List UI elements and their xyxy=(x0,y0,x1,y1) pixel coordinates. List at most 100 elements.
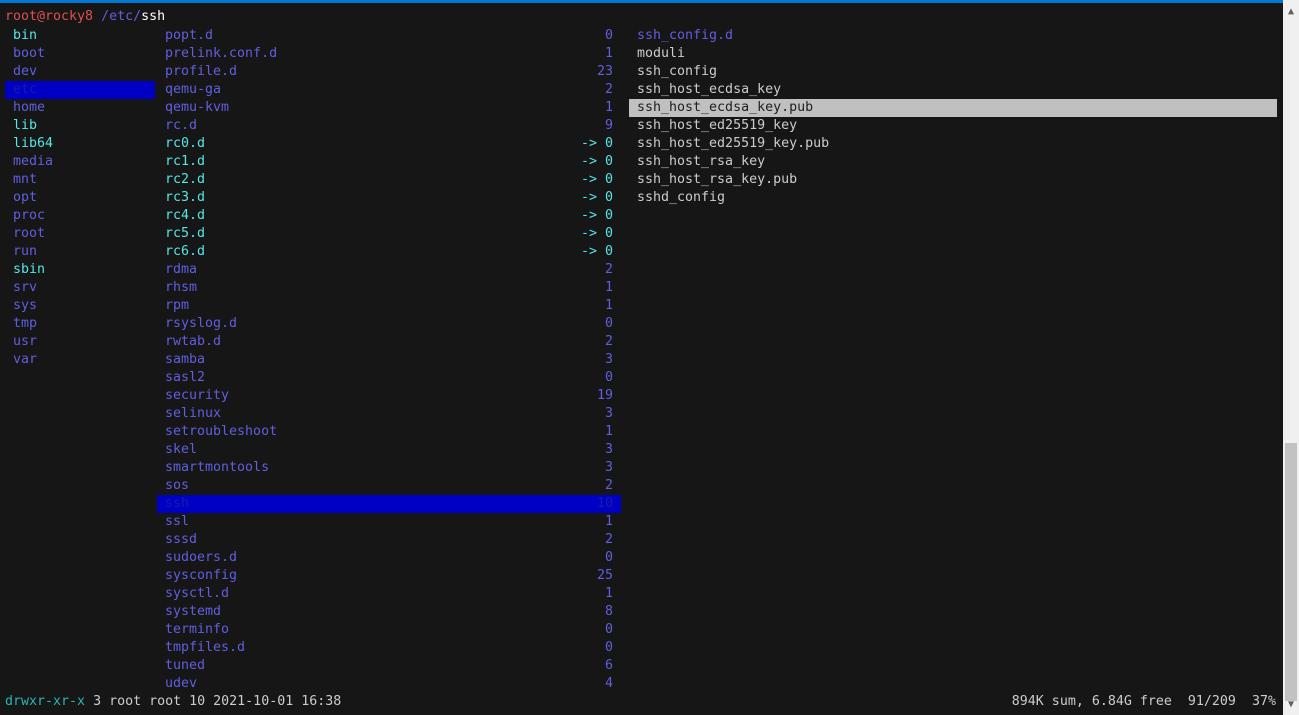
scroll-down-icon[interactable]: ▼ xyxy=(1283,697,1299,713)
entry-size: -> 0 xyxy=(580,208,613,223)
file-entry[interactable]: sssd 2 xyxy=(157,531,621,549)
file-entry[interactable]: sysctl.d 1 xyxy=(157,585,621,603)
file-entry[interactable]: rc5.d -> 0 xyxy=(157,225,621,243)
file-entry[interactable]: boot xyxy=(5,45,155,63)
file-entry[interactable]: smartmontools 3 xyxy=(157,459,621,477)
file-entry[interactable]: rc.d 9 xyxy=(157,117,621,135)
file-entry[interactable]: rwtab.d 2 xyxy=(157,333,621,351)
entry-size: 1 xyxy=(604,280,613,295)
file-entry[interactable]: sys xyxy=(5,297,155,315)
entry-size: 2 xyxy=(604,262,613,277)
entry-size: 3 xyxy=(604,406,613,421)
file-entry[interactable]: rc6.d -> 0 xyxy=(157,243,621,261)
file-entry[interactable]: root xyxy=(5,225,155,243)
scroll-up-icon[interactable]: ▲ xyxy=(1283,4,1299,20)
file-entry[interactable]: popt.d 0 xyxy=(157,27,621,45)
file-entry[interactable]: ssl 1 xyxy=(157,513,621,531)
file-entry[interactable]: run xyxy=(5,243,155,261)
file-entry[interactable]: qemu-ga 2 xyxy=(157,81,621,99)
file-entry[interactable]: rhsm 1 xyxy=(157,279,621,297)
file-entry[interactable]: rdma 2 xyxy=(157,261,621,279)
file-entry[interactable]: sshd_config xyxy=(629,189,1277,207)
file-entry[interactable]: ssh_host_ed25519_key.pub xyxy=(629,135,1277,153)
entry-name: terminfo xyxy=(165,622,230,637)
status-bar: drwxr-xr-x 3 root root 10 2021-10-01 16:… xyxy=(5,693,341,711)
file-entry[interactable]: rc3.d -> 0 xyxy=(157,189,621,207)
file-entry[interactable]: opt xyxy=(5,189,155,207)
entry-size: 23 xyxy=(596,64,613,79)
file-entry[interactable]: rc2.d -> 0 xyxy=(157,171,621,189)
entry-size: 9 xyxy=(604,118,613,133)
file-entry[interactable]: udev 4 xyxy=(157,675,621,693)
entry-name: selinux xyxy=(165,406,222,421)
file-entry[interactable]: tmp xyxy=(5,315,155,333)
file-entry[interactable]: usr xyxy=(5,333,155,351)
file-entry[interactable]: mnt xyxy=(5,171,155,189)
entry-name: rsyslog.d xyxy=(165,316,238,331)
file-entry[interactable]: tmpfiles.d 0 xyxy=(157,639,621,657)
file-entry[interactable]: rc0.d -> 0 xyxy=(157,135,621,153)
file-entry[interactable]: profile.d 23 xyxy=(157,63,621,81)
file-entry[interactable]: prelink.conf.d 1 xyxy=(157,45,621,63)
entry-name: rc6.d xyxy=(165,244,206,259)
file-entry[interactable]: ssh_host_rsa_key.pub xyxy=(629,171,1277,189)
file-entry[interactable]: samba 3 xyxy=(157,351,621,369)
entry-name: qemu-kvm xyxy=(165,100,230,115)
file-entry[interactable]: sos 2 xyxy=(157,477,621,495)
file-entry[interactable]: qemu-kvm 1 xyxy=(157,99,621,117)
file-entry[interactable]: lib64 xyxy=(5,135,155,153)
file-entry[interactable]: ssh_host_ecdsa_key xyxy=(629,81,1277,99)
selected-entry[interactable]: ssh_host_ecdsa_key.pub xyxy=(629,99,1277,117)
entry-name: boot xyxy=(13,46,46,61)
file-entry[interactable]: moduli xyxy=(629,45,1277,63)
path-header: root@rocky8 /etc/ssh xyxy=(5,8,165,26)
file-entry[interactable]: media xyxy=(5,153,155,171)
file-entry[interactable]: ssh_config.d xyxy=(629,27,1277,45)
file-entry[interactable]: proc xyxy=(5,207,155,225)
file-entry[interactable]: sasl2 0 xyxy=(157,369,621,387)
file-entry[interactable]: var xyxy=(5,351,155,369)
file-entry[interactable]: ssh_config xyxy=(629,63,1277,81)
scrollbar-thumb[interactable] xyxy=(1285,443,1297,701)
file-entry[interactable]: tuned 6 xyxy=(157,657,621,675)
file-entry[interactable]: rpm 1 xyxy=(157,297,621,315)
file-entry[interactable]: sudoers.d 0 xyxy=(157,549,621,567)
file-entry[interactable]: rc1.d -> 0 xyxy=(157,153,621,171)
selected-entry[interactable]: ssh 10 xyxy=(157,495,621,513)
file-entry[interactable]: srv xyxy=(5,279,155,297)
file-entry[interactable]: rc4.d -> 0 xyxy=(157,207,621,225)
file-entry[interactable]: terminfo 0 xyxy=(157,621,621,639)
percent: 37% xyxy=(1251,694,1276,709)
file-entry[interactable]: skel 3 xyxy=(157,441,621,459)
file-entry[interactable]: home xyxy=(5,99,155,117)
entry-size: 1 xyxy=(604,586,613,601)
entry-size: 2 xyxy=(604,532,613,547)
position: 91/209 xyxy=(1187,694,1236,709)
file-entry[interactable]: setroubleshoot 1 xyxy=(157,423,621,441)
entry-size: 0 xyxy=(604,640,613,655)
file-entry[interactable]: selinux 3 xyxy=(157,405,621,423)
file-info: 3 root root 10 2021-10-01 16:38 xyxy=(93,694,342,709)
file-entry[interactable]: lib xyxy=(5,117,155,135)
file-entry[interactable]: security 19 xyxy=(157,387,621,405)
scrollbar[interactable]: ▲ ▼ xyxy=(1283,0,1299,715)
file-entry[interactable]: sysconfig 25 xyxy=(157,567,621,585)
file-entry[interactable]: sbin xyxy=(5,261,155,279)
entry-name: ssh_host_ed25519_key.pub xyxy=(637,136,830,151)
file-entry[interactable]: systemd 8 xyxy=(157,603,621,621)
entry-name: ssl xyxy=(165,514,190,529)
file-entry[interactable]: dev xyxy=(5,63,155,81)
file-entry[interactable]: rsyslog.d 0 xyxy=(157,315,621,333)
selected-entry[interactable]: etc xyxy=(5,81,155,99)
file-entry[interactable]: ssh_host_rsa_key xyxy=(629,153,1277,171)
file-entry[interactable]: bin xyxy=(5,27,155,45)
entry-name: skel xyxy=(165,442,198,457)
entry-name: tuned xyxy=(165,658,206,673)
entry-name: dev xyxy=(13,64,38,79)
entry-name: mnt xyxy=(13,172,38,187)
entry-name: root xyxy=(13,226,46,241)
file-entry[interactable]: ssh_host_ed25519_key xyxy=(629,117,1277,135)
entry-name: ssh_config xyxy=(637,64,718,79)
entry-name: sysconfig xyxy=(165,568,238,583)
entry-name: rc0.d xyxy=(165,136,206,151)
